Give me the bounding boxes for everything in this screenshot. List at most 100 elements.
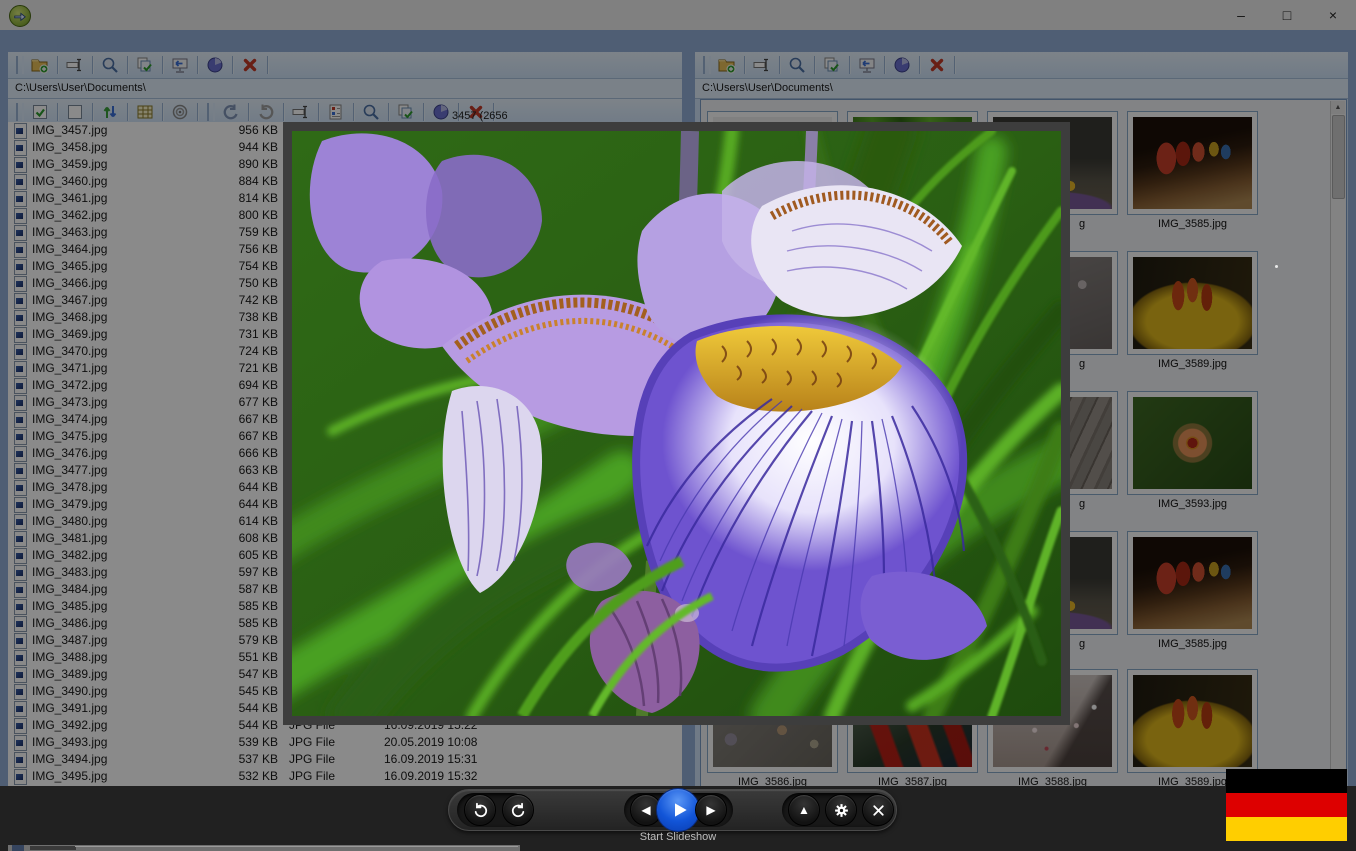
mouse-cursor-dot bbox=[1275, 265, 1278, 268]
folder-add-button[interactable] bbox=[715, 54, 739, 76]
up-button[interactable]: ▲ bbox=[788, 794, 820, 826]
screen-export-button[interactable] bbox=[168, 54, 192, 76]
file-size: 539 KB bbox=[198, 734, 278, 751]
search-icon bbox=[362, 103, 380, 121]
close-button[interactable] bbox=[862, 794, 894, 826]
file-name: IMG_3482.jpg bbox=[32, 547, 107, 564]
search-button[interactable] bbox=[98, 54, 122, 76]
maximize-button[interactable]: □ bbox=[1264, 0, 1310, 30]
file-row[interactable]: IMG_3493.jpg539 KBJPG File20.05.2019 10:… bbox=[8, 734, 682, 751]
copy-check-button[interactable] bbox=[394, 101, 418, 123]
slideshow-tooltip: Start Slideshow bbox=[0, 831, 1356, 843]
thumbnail-cell[interactable] bbox=[1127, 111, 1258, 215]
rotate-right-button[interactable] bbox=[502, 794, 534, 826]
folder-add-icon bbox=[718, 56, 736, 74]
scrollbar-thumb[interactable] bbox=[1332, 115, 1345, 199]
thumbnail-cell[interactable] bbox=[1127, 391, 1258, 495]
rotate-left-button[interactable] bbox=[464, 794, 496, 826]
rename-button[interactable] bbox=[63, 54, 87, 76]
rotate-left-icon bbox=[472, 802, 489, 819]
file-icon bbox=[14, 582, 27, 598]
file-icon bbox=[14, 395, 27, 411]
play-icon bbox=[670, 800, 690, 820]
scroll-up-icon[interactable]: ▲ bbox=[1331, 101, 1345, 114]
folder-add-button[interactable] bbox=[28, 54, 52, 76]
file-icon bbox=[14, 225, 27, 241]
toolbar-separator bbox=[318, 103, 319, 121]
undo-button[interactable] bbox=[219, 101, 243, 123]
file-name: IMG_3467.jpg bbox=[32, 292, 107, 309]
rename-button[interactable] bbox=[750, 54, 774, 76]
play-button[interactable] bbox=[656, 788, 700, 832]
close-button[interactable]: × bbox=[1310, 0, 1356, 30]
file-size: 721 KB bbox=[198, 360, 278, 377]
file-icon bbox=[14, 718, 27, 734]
file-name: IMG_3470.jpg bbox=[32, 343, 107, 360]
file-name: IMG_3494.jpg bbox=[32, 751, 107, 768]
file-icon bbox=[14, 242, 27, 258]
file-row[interactable]: IMG_3494.jpg537 KBJPG File16.09.2019 15:… bbox=[8, 751, 682, 768]
copy-check-button[interactable] bbox=[820, 54, 844, 76]
file-icon bbox=[14, 327, 27, 343]
file-name: IMG_3461.jpg bbox=[32, 190, 107, 207]
thumbnail-cell[interactable] bbox=[1127, 669, 1258, 773]
title-bar: – □ × bbox=[0, 0, 1356, 30]
next-button[interactable]: ▶ bbox=[695, 794, 727, 826]
delete-x-button[interactable] bbox=[925, 54, 949, 76]
pie-chart-button[interactable] bbox=[890, 54, 914, 76]
grid-view-button[interactable] bbox=[133, 101, 157, 123]
right-path-bar[interactable]: C:\Users\User\Documents\ bbox=[695, 79, 1348, 99]
toolbar-grip bbox=[703, 56, 711, 74]
checkbox-checked-button[interactable] bbox=[28, 101, 52, 123]
pie-chart-button[interactable] bbox=[429, 101, 453, 123]
file-icon bbox=[14, 276, 27, 292]
file-type: JPG File bbox=[289, 768, 335, 785]
file-icon bbox=[14, 259, 27, 275]
checkbox-empty-button[interactable] bbox=[63, 101, 87, 123]
sort-arrows-button[interactable] bbox=[98, 101, 122, 123]
file-icon bbox=[14, 531, 27, 547]
file-name: IMG_3486.jpg bbox=[32, 615, 107, 632]
file-size: 944 KB bbox=[198, 139, 278, 156]
toolbar-separator bbox=[197, 56, 198, 74]
search-button[interactable] bbox=[785, 54, 809, 76]
file-name: IMG_3490.jpg bbox=[32, 683, 107, 700]
file-row[interactable]: IMG_3495.jpg532 KBJPG File16.09.2019 15:… bbox=[8, 768, 682, 785]
file-size: 759 KB bbox=[198, 224, 278, 241]
pie-chart-icon bbox=[893, 56, 911, 74]
rename-button[interactable] bbox=[289, 101, 313, 123]
file-date: 16.09.2019 15:31 bbox=[384, 751, 477, 768]
thumbnail-cell[interactable] bbox=[1127, 251, 1258, 355]
copy-check-button[interactable] bbox=[133, 54, 157, 76]
pie-chart-icon bbox=[206, 56, 224, 74]
thumbnail-cell[interactable] bbox=[1127, 531, 1258, 635]
delete-x-button[interactable] bbox=[238, 54, 262, 76]
minimize-button[interactable]: – bbox=[1218, 0, 1264, 30]
settings-icon bbox=[833, 802, 850, 819]
toolbar-separator bbox=[423, 103, 424, 121]
iris-photo bbox=[292, 131, 1061, 716]
search-button[interactable] bbox=[359, 101, 383, 123]
file-size: 667 KB bbox=[198, 411, 278, 428]
file-type: JPG File bbox=[289, 734, 335, 751]
file-name: IMG_3468.jpg bbox=[32, 309, 107, 326]
file-icon bbox=[14, 497, 27, 513]
image-viewer[interactable] bbox=[283, 122, 1070, 725]
file-name: IMG_3462.jpg bbox=[32, 207, 107, 224]
delete-x-icon bbox=[241, 56, 259, 74]
settings-button[interactable] bbox=[825, 794, 857, 826]
screen-export-button[interactable] bbox=[855, 54, 879, 76]
toolbar-separator bbox=[283, 103, 284, 121]
close-icon bbox=[870, 802, 887, 819]
left-path-bar[interactable]: C:\Users\User\Documents\ bbox=[8, 79, 682, 99]
toolbar-separator bbox=[919, 56, 920, 74]
copy-check-icon bbox=[823, 56, 841, 74]
redo-icon bbox=[257, 103, 275, 121]
speaker-button[interactable] bbox=[168, 101, 192, 123]
file-name: IMG_3464.jpg bbox=[32, 241, 107, 258]
file-size: 585 KB bbox=[198, 615, 278, 632]
pie-chart-button[interactable] bbox=[203, 54, 227, 76]
redo-button[interactable] bbox=[254, 101, 278, 123]
thumbnail-scrollbar[interactable]: ▲ bbox=[1330, 101, 1345, 851]
file-info-button[interactable] bbox=[324, 101, 348, 123]
